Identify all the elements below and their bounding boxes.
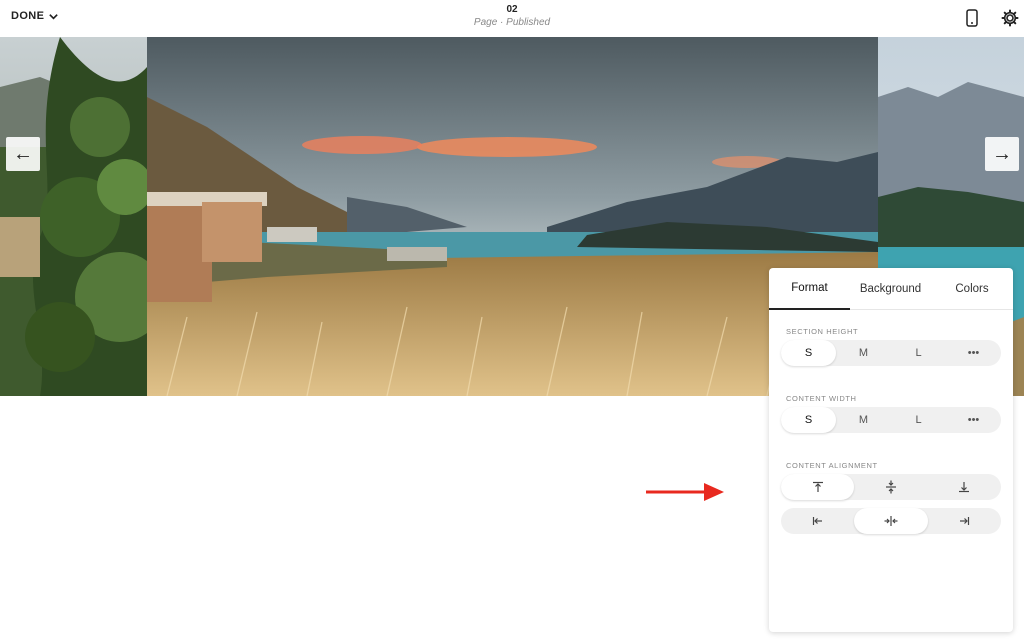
page-info: 02 Page · Published: [412, 4, 612, 29]
content-width-more[interactable]: •••: [946, 407, 1001, 433]
content-width-l[interactable]: L: [891, 407, 946, 433]
content-width-m[interactable]: M: [836, 407, 891, 433]
next-slide-button[interactable]: →: [985, 137, 1019, 171]
tab-colors[interactable]: Colors: [931, 268, 1013, 310]
align-left-button[interactable]: [781, 508, 854, 534]
align-middle-button[interactable]: [854, 474, 927, 500]
arrow-right-icon: →: [992, 142, 1012, 165]
done-button[interactable]: DONE: [11, 10, 59, 22]
prev-slide-button[interactable]: ←: [6, 137, 40, 171]
section-height-m[interactable]: M: [836, 340, 891, 366]
page-number: 02: [506, 4, 518, 15]
tab-format[interactable]: Format: [769, 268, 850, 310]
section-height-label: SECTION HEIGHT: [786, 327, 859, 336]
tab-background[interactable]: Background: [850, 268, 931, 310]
content-width-selector: S M L •••: [781, 407, 1001, 433]
align-top-button[interactable]: [781, 474, 855, 500]
align-bottom-icon: [959, 482, 970, 493]
align-right-icon: [960, 517, 970, 525]
top-bar: DONE 02 Page · Published: [0, 0, 1024, 36]
section-height-more[interactable]: •••: [946, 340, 1001, 366]
chevron-down-icon: [49, 13, 59, 20]
align-middle-icon: [885, 480, 896, 494]
settings-gear-icon[interactable]: [998, 6, 1022, 30]
section-format-panel: Format Background Colors SECTION HEIGHT …: [769, 268, 1013, 632]
annotation-arrow-icon: [646, 483, 724, 501]
gallery-slide-left[interactable]: [0, 37, 147, 396]
section-height-selector: S M L •••: [781, 340, 1001, 366]
horizontal-alignment-selector: [781, 508, 1001, 534]
content-alignment-label: CONTENT ALIGNMENT: [786, 461, 878, 470]
align-right-button[interactable]: [928, 508, 1001, 534]
align-left-icon: [812, 517, 822, 525]
section-height-l[interactable]: L: [891, 340, 946, 366]
align-top-icon: [812, 481, 823, 492]
content-width-label: CONTENT WIDTH: [786, 394, 857, 403]
content-width-s[interactable]: S: [781, 407, 836, 433]
align-bottom-button[interactable]: [928, 474, 1001, 500]
mobile-preview-icon[interactable]: [960, 6, 984, 30]
arrow-left-icon: ←: [13, 142, 33, 165]
done-label: DONE: [11, 10, 45, 22]
align-center-icon: [884, 516, 898, 526]
panel-tabs: Format Background Colors: [769, 268, 1013, 310]
section-height-s[interactable]: S: [781, 340, 836, 366]
vertical-alignment-selector: [781, 474, 1001, 500]
align-center-button[interactable]: [854, 508, 928, 534]
page-status: Page · Published: [473, 17, 551, 28]
